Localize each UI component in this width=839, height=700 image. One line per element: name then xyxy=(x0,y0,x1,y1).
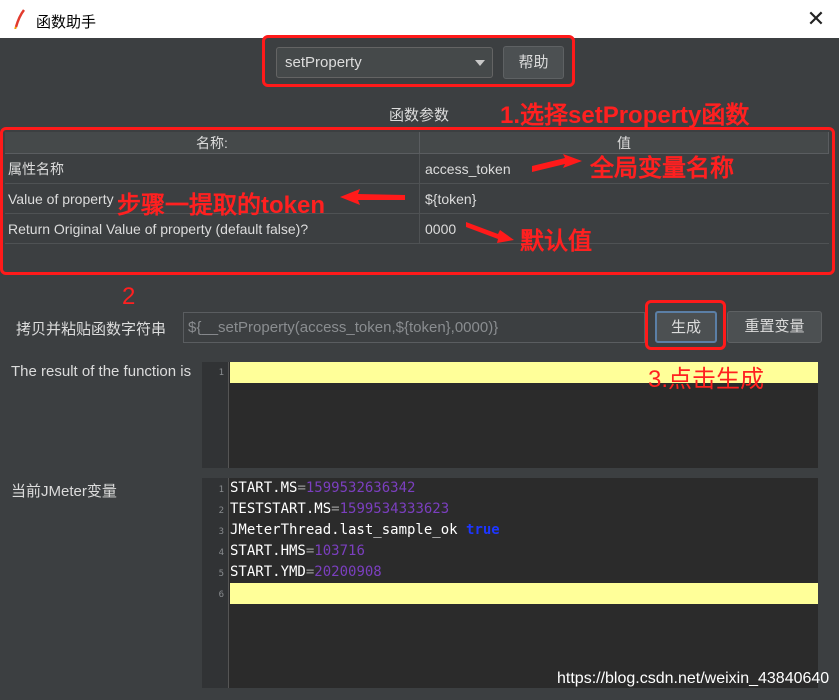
window-title: 函数助手 xyxy=(36,14,97,31)
line-number: 4 xyxy=(218,548,224,558)
code-line: START.MS=1599532636342 xyxy=(230,480,415,496)
var-key: JMeterThread.last_sample_ok xyxy=(230,522,458,538)
var-value: 1599534333623 xyxy=(339,501,450,517)
var-key: START.YMD xyxy=(230,564,306,580)
annotation-step3: 3.点击生成 xyxy=(648,366,765,393)
function-string-field[interactable]: ${__setProperty(access_token,${token},00… xyxy=(183,312,645,343)
var-key: TESTSTART.MS xyxy=(230,501,332,517)
annotation-global-var: 全局变量名称 xyxy=(590,155,734,182)
var-sep: = xyxy=(331,501,340,517)
line-number-gutter: 1 xyxy=(202,362,229,468)
line-number: 5 xyxy=(218,569,224,579)
params-label: 函数参数 xyxy=(389,107,450,124)
annotation-step2: 2 xyxy=(122,283,136,310)
copy-label: 拷贝并粘贴函数字符串 xyxy=(16,321,167,338)
var-value: 103716 xyxy=(314,543,365,559)
title-bar: 函数助手 ✕ xyxy=(0,0,839,38)
var-sep xyxy=(458,522,466,538)
feather-icon xyxy=(14,9,25,29)
code-line: JMeterThread.last_sample_ok true xyxy=(230,522,500,538)
result-label: The result of the function is xyxy=(11,363,192,380)
watermark: https://blog.csdn.net/weixin_43840640 xyxy=(557,670,830,687)
line-number: 6 xyxy=(218,590,224,600)
vars-label: 当前JMeter变量 xyxy=(11,483,117,500)
line-number: 1 xyxy=(218,485,224,495)
jmeter-vars-editor[interactable]: 1 2 3 4 5 6 START.MS=1599532636342 TESTS… xyxy=(202,478,818,688)
annotation-box-select xyxy=(262,35,575,87)
code-line: TESTSTART.MS=1599534333623 xyxy=(230,501,449,517)
var-value: 20200908 xyxy=(314,564,382,580)
line-number: 3 xyxy=(218,527,224,537)
line-number-gutter: 1 2 3 4 5 6 xyxy=(202,478,229,688)
annotation-step1: 1.选择setProperty函数 xyxy=(500,102,750,129)
var-key: START.MS xyxy=(230,480,298,496)
reset-variables-button[interactable]: 重置变量 xyxy=(727,311,822,343)
code-line: START.YMD=20200908 xyxy=(230,564,382,580)
close-icon[interactable]: ✕ xyxy=(802,6,830,32)
line-number: 2 xyxy=(218,506,224,516)
line-number: 1 xyxy=(218,368,224,378)
var-sep: = xyxy=(297,480,306,496)
var-value: true xyxy=(466,522,500,538)
code-line: START.HMS=103716 xyxy=(230,543,365,559)
var-value: 1599532636342 xyxy=(305,480,416,496)
annotation-default-val: 默认值 xyxy=(520,228,592,255)
var-key: START.HMS xyxy=(230,543,306,559)
annotation-box-generate xyxy=(645,300,726,350)
current-line-highlight xyxy=(230,583,818,604)
annotation-token-step: 步骤一提取的token xyxy=(117,192,326,219)
